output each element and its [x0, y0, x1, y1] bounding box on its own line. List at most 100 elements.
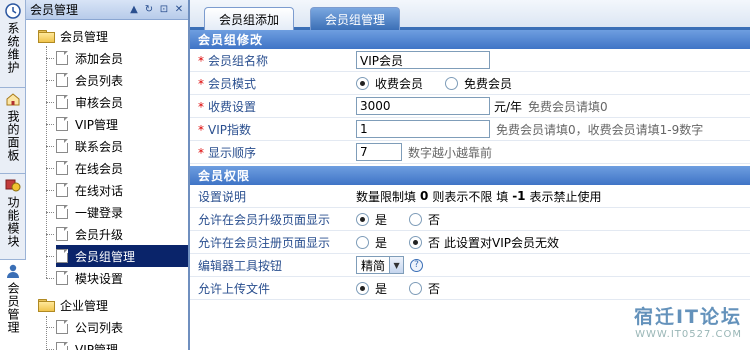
row-upload: 允许上传文件 是 否 — [190, 277, 750, 300]
rail-label-panel: 我的面板 — [6, 110, 20, 162]
fee-input[interactable] — [356, 97, 490, 115]
tab-group-manage[interactable]: 会员组管理 — [310, 7, 401, 30]
field-label: VIP指数 — [208, 122, 251, 137]
tree-item-online[interactable]: 在线会员 — [56, 157, 126, 179]
radio-unchecked[interactable] — [445, 76, 459, 90]
rail-item-panel[interactable]: 我的面板 — [0, 88, 26, 174]
tree-item-label: 会员组管理 — [75, 249, 136, 264]
tree-item-contact[interactable]: 联系会员 — [56, 135, 126, 157]
field-label: 会员模式 — [208, 76, 257, 91]
pin-icon[interactable]: ⊡ — [158, 4, 170, 16]
side-rail: 系统维护 我的面板 功能模块 会员管理 — [0, 0, 26, 350]
page-icon — [56, 227, 68, 241]
main-content: 会员组添加 会员组管理 会员组修改 *会员组名称 *会员模式 收费会员 免费会员… — [190, 0, 750, 350]
watermark-title: 宿迁IT论坛 — [633, 306, 742, 328]
fee-unit: 元/年 — [494, 99, 523, 114]
tree-group-company[interactable]: 企业管理 — [38, 294, 111, 316]
chevron-down-icon[interactable]: ▼ — [389, 257, 404, 273]
row-member-mode: * 会员模式 收费会员 免费会员 — [190, 72, 750, 95]
tree-item-review[interactable]: 审核会员 — [56, 91, 126, 113]
tab-group-add[interactable]: 会员组添加 — [204, 7, 295, 30]
vip-index-hint: 免费会员请填0，收费会员请填1-9数字 — [496, 122, 704, 137]
close-icon[interactable]: ✕ — [173, 4, 185, 16]
register-page-no[interactable]: 否 — [409, 234, 440, 251]
radio-unchecked[interactable] — [409, 281, 423, 295]
field-label: 允许上传文件 — [198, 281, 271, 296]
row-display-order: *显示顺序 数字越小越靠前 — [190, 141, 750, 164]
upload-yes[interactable]: 是 — [356, 280, 387, 297]
tree-item-company-vip[interactable]: VIP管理 — [56, 338, 121, 350]
tree-item-company-list[interactable]: 公司列表 — [56, 316, 126, 338]
tree-item-module-settings[interactable]: 模块设置 — [56, 267, 126, 289]
user-icon — [5, 263, 21, 279]
row-vip-index: *VIP指数 免费会员请填0，收费会员请填1-9数字 — [190, 118, 750, 141]
tree-item-label: 在线对话 — [75, 183, 124, 198]
vip-index-input[interactable] — [356, 120, 490, 138]
mode-option-paid[interactable]: 收费会员 — [356, 75, 423, 92]
page-icon — [56, 271, 68, 285]
page-icon — [56, 95, 68, 109]
mode-option-free[interactable]: 免费会员 — [445, 75, 512, 92]
tree-item-member-list[interactable]: 会员列表 — [56, 69, 126, 91]
rail-item-system[interactable]: 系统维护 — [0, 0, 26, 88]
page-icon — [56, 205, 68, 219]
page-icon — [56, 183, 68, 197]
tree-item-label: 会员列表 — [75, 73, 124, 88]
radio-checked[interactable] — [356, 212, 369, 226]
tree-group-label: 会员管理 — [60, 29, 109, 44]
watermark-url: WWW.IT0527.COM — [635, 329, 742, 340]
page-icon — [56, 117, 68, 131]
radio-checked[interactable] — [356, 76, 369, 90]
tree-item-upgrade[interactable]: 会员升级 — [56, 223, 126, 245]
tree-connector — [46, 316, 47, 350]
register-page-yes[interactable]: 是 — [356, 234, 387, 251]
display-order-input[interactable] — [356, 143, 402, 161]
rail-item-modules[interactable]: 功能模块 — [0, 174, 26, 260]
section-header-permissions: 会员权限 — [190, 166, 750, 185]
tree-item-label: 联系会员 — [75, 139, 124, 154]
refresh-icon[interactable]: ↻ — [143, 4, 155, 16]
help-icon[interactable]: ? — [410, 258, 424, 272]
fee-hint: 免费会员请填0 — [528, 99, 608, 114]
tree-group-members[interactable]: 会员管理 — [38, 25, 111, 47]
radio-checked[interactable] — [356, 281, 369, 295]
tree-item-add-member[interactable]: 添加会员 — [56, 47, 126, 69]
tree-item-oneclick-login[interactable]: 一键登录 — [56, 201, 126, 223]
group-name-input[interactable] — [356, 51, 490, 69]
settings-note: 数量限制填 0 则表示不限 填 -1 表示禁止使用 — [356, 189, 602, 204]
row-upgrade-page: 允许在会员升级页面显示 是 否 — [190, 208, 750, 231]
tree-item-label: 在线会员 — [75, 161, 124, 176]
tree-item-chat[interactable]: 在线对话 — [56, 179, 126, 201]
field-label: 允许在会员注册页面显示 — [198, 235, 331, 250]
tree-item-label: 公司列表 — [75, 320, 124, 335]
modules-icon — [5, 177, 21, 193]
rail-label-members: 会员管理 — [6, 282, 20, 334]
rail-item-members[interactable]: 会员管理 — [0, 260, 26, 350]
page-icon — [56, 161, 68, 175]
upgrade-page-yes[interactable]: 是 — [356, 211, 387, 228]
tree-header: 会员管理 ▲ ↻ ⊡ ✕ — [26, 0, 188, 20]
radio-checked[interactable] — [409, 235, 423, 249]
tree-item-group-manage[interactable]: 会员组管理 — [56, 245, 188, 267]
row-settings-note: 设置说明 数量限制填 0 则表示不限 填 -1 表示禁止使用 — [190, 185, 750, 208]
page-icon — [56, 73, 68, 87]
field-label: 收费设置 — [208, 99, 257, 114]
display-order-hint: 数字越小越靠前 — [408, 145, 493, 160]
tree-panel: 会员管理 ▲ ↻ ⊡ ✕ 会员管理 添加会员 会员列表 审核会员 VIP管理 联… — [26, 0, 190, 350]
upgrade-page-no[interactable]: 否 — [409, 211, 440, 228]
radio-unchecked[interactable] — [356, 235, 369, 249]
upload-no[interactable]: 否 — [409, 280, 440, 297]
folder-icon — [38, 30, 55, 43]
home-icon — [5, 91, 21, 107]
tab-bar: 会员组添加 会员组管理 — [190, 0, 750, 30]
tree-item-label: 添加会员 — [75, 51, 124, 66]
editor-toolbar-select[interactable]: 精简 ▼ — [356, 256, 405, 274]
field-label: 设置说明 — [198, 189, 247, 204]
radio-unchecked[interactable] — [409, 212, 423, 226]
collapse-icon[interactable]: ▲ — [128, 4, 140, 16]
tree-item-vip[interactable]: VIP管理 — [56, 113, 121, 135]
field-label: 会员组名称 — [208, 53, 269, 68]
page-icon — [56, 342, 68, 350]
row-fee: *收费设置 元/年 免费会员请填0 — [190, 95, 750, 118]
field-label: 编辑器工具按钮 — [198, 258, 283, 273]
